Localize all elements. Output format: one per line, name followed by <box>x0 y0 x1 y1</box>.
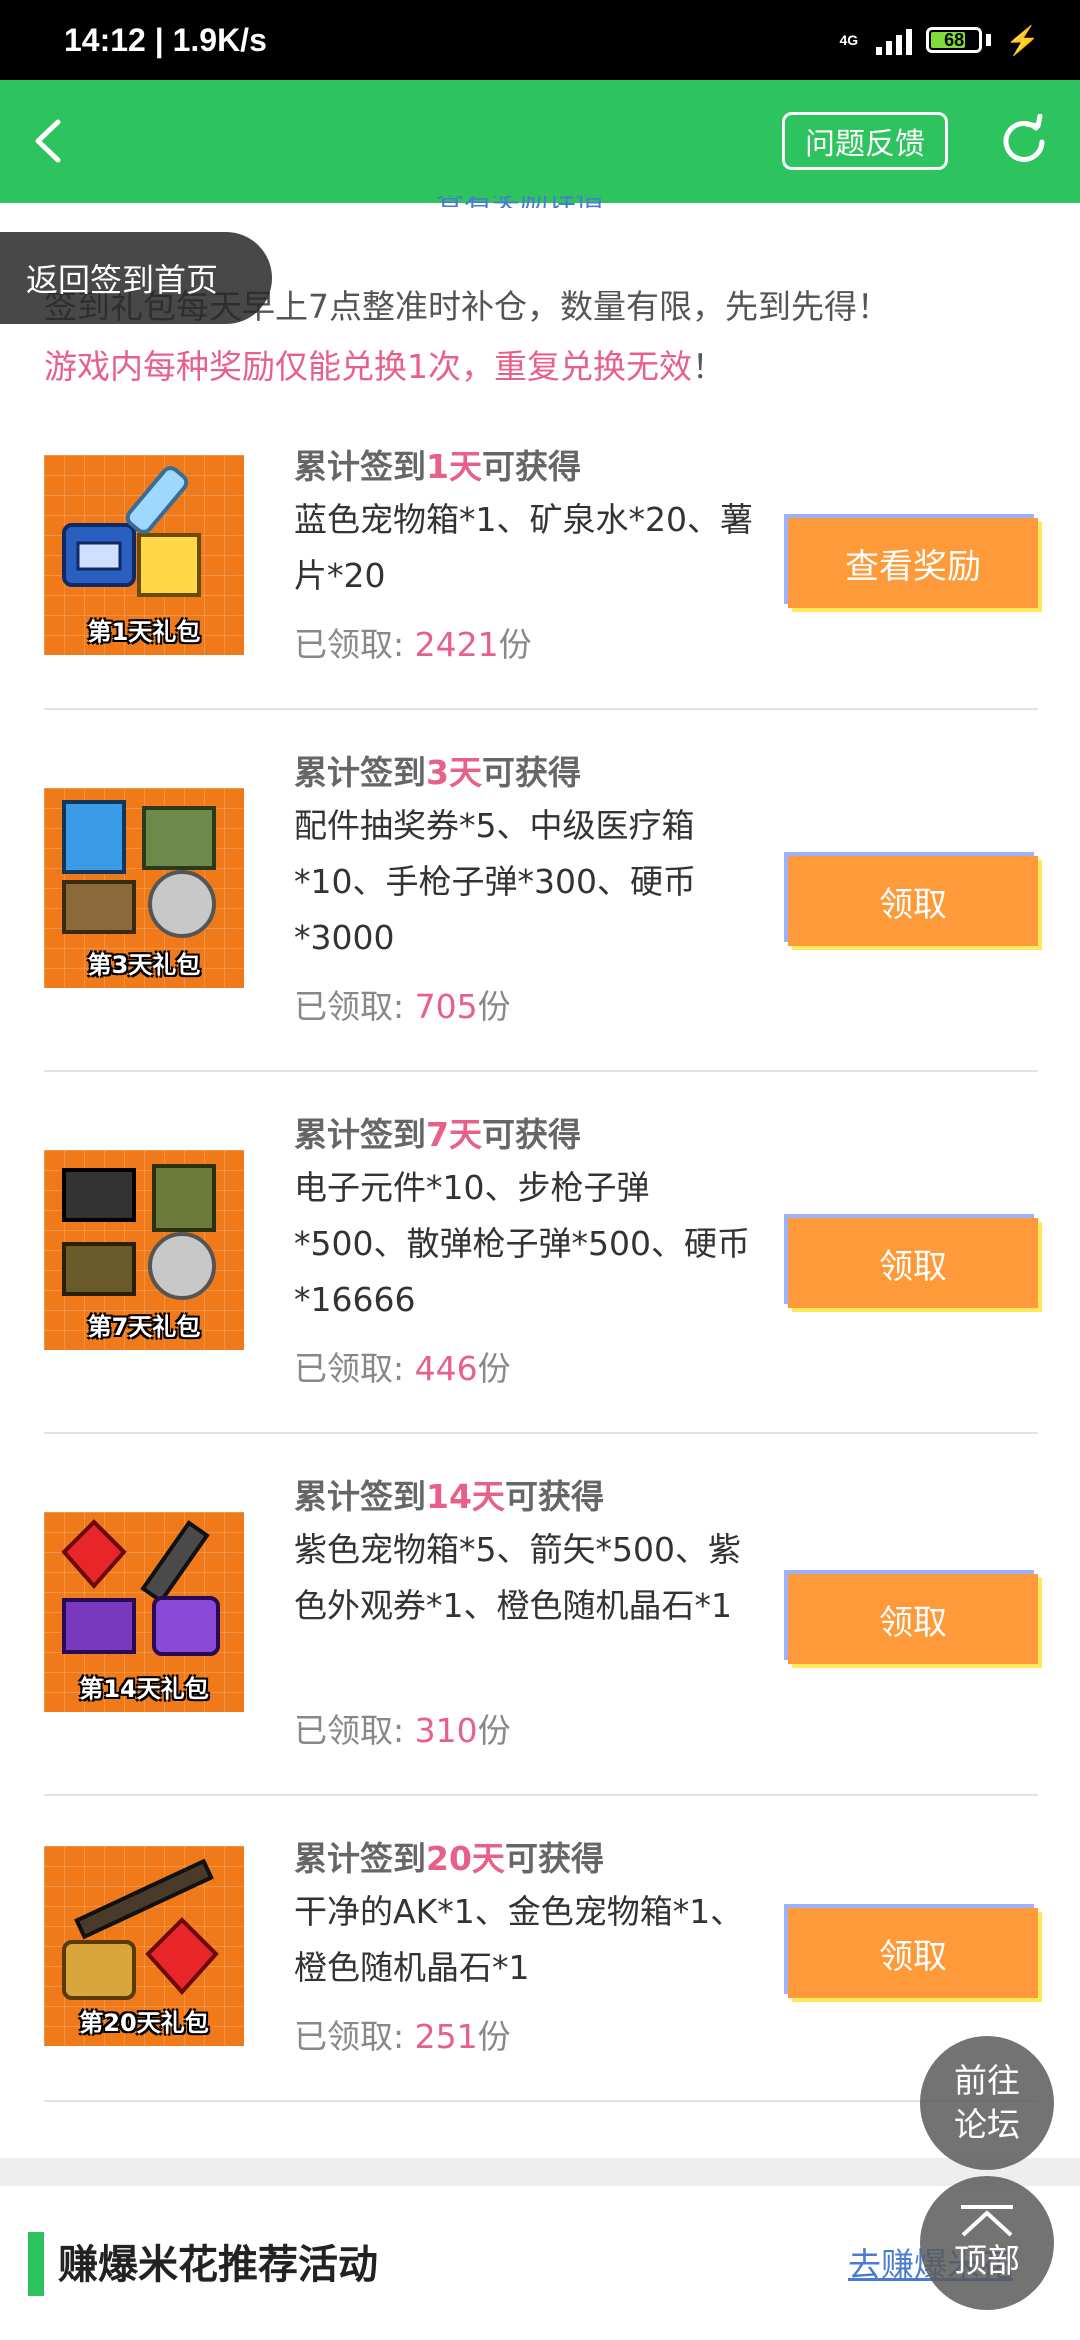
reward-desc: 蓝色宠物箱*1、矿泉水*20、薯片*20 <box>294 500 753 595</box>
back-icon[interactable] <box>26 116 76 166</box>
battery-level: 68 <box>944 29 965 50</box>
feedback-button[interactable]: 问题反馈 <box>782 112 948 170</box>
view-reward-button[interactable]: 查看奖励 <box>788 518 1038 608</box>
divider <box>44 708 1038 710</box>
gift-label: 第14天礼包 <box>79 1675 209 1703</box>
claim-button[interactable]: 领取 <box>788 1218 1038 1308</box>
network-type: 4G <box>839 32 859 48</box>
forum-label-line2: 论坛 <box>954 2105 1020 2144</box>
reward-claimed: 已领取: 705份 <box>294 987 511 1026</box>
claim-button[interactable]: 领取 <box>788 856 1038 946</box>
reward-item-day14: 第14天礼包 累计签到14天可获得 紫色宠物箱*5、箭矢*500、紫色外观券*1… <box>44 1470 1038 1790</box>
reward-desc: 配件抽奖券*5、中级医疗箱*10、手枪子弹*300、硬币*3000 <box>294 806 696 957</box>
arrow-up-icon <box>961 2205 1013 2237</box>
gift-label: 第20天礼包 <box>79 2009 209 2037</box>
top-label: 顶部 <box>954 2241 1020 2280</box>
reward-title: 累计签到20天可获得 <box>294 1839 604 1878</box>
reward-desc: 电子元件*10、步枪子弹*500、散弹枪子弹*500、硬币*16666 <box>294 1168 750 1319</box>
reward-title: 累计签到14天可获得 <box>294 1477 604 1516</box>
gift-label: 第1天礼包 <box>87 618 201 646</box>
reward-item-day20: 第20天礼包 累计签到20天可获得 干净的AK*1、金色宠物箱*1、橙色随机晶石… <box>44 1832 1038 2102</box>
reward-title: 累计签到1天可获得 <box>294 447 581 486</box>
reward-desc: 紫色宠物箱*5、箭矢*500、紫色外观券*1、橙色随机晶石*1 <box>294 1530 741 1625</box>
status-icons: 4G 68 ⚡ <box>839 24 1040 57</box>
reward-title: 累计签到7天可获得 <box>294 1115 581 1154</box>
gift-image-day14: 第14天礼包 <box>44 1512 244 1712</box>
claim-button[interactable]: 领取 <box>788 1574 1038 1664</box>
gift-image-day7: 第7天礼包 <box>44 1150 244 1350</box>
gift-image-day3: 第3天礼包 <box>44 788 244 988</box>
reward-item-day1: 第1天礼包 累计签到1天可获得 蓝色宠物箱*1、矿泉水*20、薯片*20 已领取… <box>44 440 1038 710</box>
battery-icon: 68 <box>926 27 983 53</box>
status-bar: 14:12 | 1.9K/s 4G 68 ⚡ <box>0 0 1080 80</box>
reward-claimed: 已领取: 251份 <box>294 2017 511 2056</box>
reward-title: 累计签到3天可获得 <box>294 753 581 792</box>
charging-icon: ⚡ <box>1005 24 1040 56</box>
section-title: 赚爆米花推荐活动 <box>58 2242 378 2288</box>
reward-item-day3: 第3天礼包 累计签到3天可获得 配件抽奖券*5、中级医疗箱*10、手枪子弹*30… <box>44 746 1038 1066</box>
section-accent-bar <box>28 2232 44 2296</box>
reward-item-day7: 第7天礼包 累计签到7天可获得 电子元件*10、步枪子弹*500、散弹枪子弹*5… <box>44 1108 1038 1428</box>
divider <box>44 1070 1038 1072</box>
signal-icon <box>876 25 913 55</box>
claim-button[interactable]: 领取 <box>788 1908 1038 1998</box>
section-separator <box>0 2158 1080 2186</box>
reward-desc: 干净的AK*1、金色宠物箱*1、橙色随机晶石*1 <box>294 1892 744 1987</box>
gift-image-day20: 第20天礼包 <box>44 1846 244 2046</box>
divider <box>44 2100 1038 2102</box>
gift-image-day1: 第1天礼包 <box>44 455 244 655</box>
reward-claimed: 已领取: 446份 <box>294 1349 511 1388</box>
reward-claimed: 已领取: 2421份 <box>294 625 532 664</box>
go-to-forum-button[interactable]: 前往 论坛 <box>920 2036 1054 2170</box>
forum-label-line1: 前往 <box>954 2061 1020 2100</box>
back-to-top-button[interactable]: 顶部 <box>920 2176 1054 2310</box>
view-reward-details-link[interactable]: 查看奖励详情 <box>436 196 646 208</box>
notice-once-only: 游戏内每种奖励仅能兑换1次，重复兑换无效！ <box>44 347 725 386</box>
return-checkin-home-button[interactable]: 返回签到首页 <box>0 232 272 324</box>
gift-label: 第7天礼包 <box>87 1313 201 1341</box>
status-time: 14:12 | 1.9K/s <box>64 21 267 58</box>
reward-claimed: 已领取: 310份 <box>294 1711 511 1750</box>
recommended-activities-header: 赚爆米花推荐活动 去赚爆米花 <box>0 2186 1080 2340</box>
app-bar: 问题反馈 <box>0 80 1080 203</box>
divider <box>44 1432 1038 1434</box>
divider <box>44 1794 1038 1796</box>
refresh-icon[interactable] <box>996 113 1052 170</box>
gift-label: 第3天礼包 <box>87 951 201 979</box>
